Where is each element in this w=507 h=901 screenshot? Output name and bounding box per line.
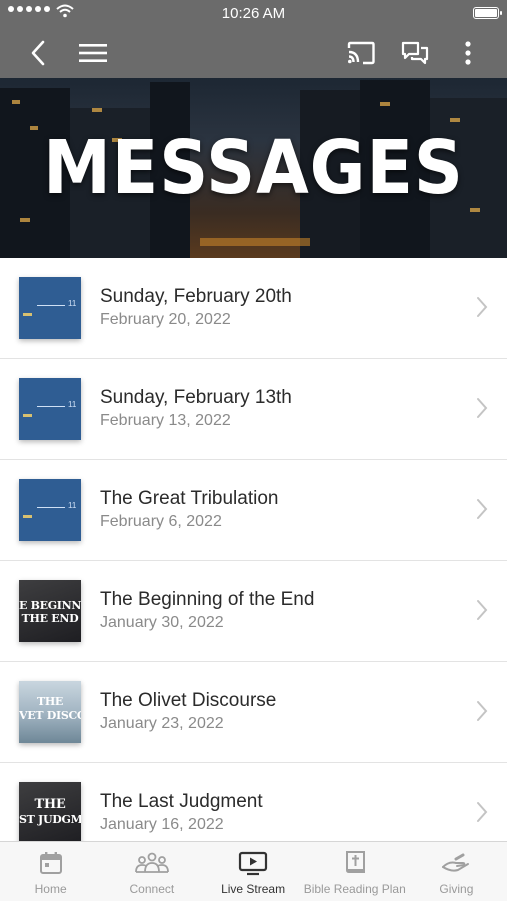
message-title: The Beginning of the End (100, 589, 315, 610)
tab-home[interactable]: Home (0, 842, 101, 901)
message-date: January 16, 2022 (100, 816, 224, 833)
banner-title: MESSAGES (43, 125, 464, 211)
people-icon (134, 852, 169, 873)
list-item[interactable]: 11 Sunday, February 20th February 20, 20… (0, 258, 507, 359)
chat-button[interactable] (398, 28, 432, 78)
message-thumbnail: 11 (19, 479, 81, 541)
menu-button[interactable] (76, 28, 110, 78)
list-item[interactable]: E BEGINNING THE END The Beginning of the… (0, 561, 507, 662)
status-bar: 10:26 AM (0, 0, 507, 28)
tab-live-stream[interactable]: Live Stream (202, 842, 303, 901)
message-title: The Great Tribulation (100, 488, 279, 509)
message-title: Sunday, February 13th (100, 387, 292, 408)
back-button[interactable] (22, 28, 54, 78)
message-date: January 23, 2022 (100, 715, 224, 732)
message-title: The Olivet Discourse (100, 690, 277, 711)
more-options-button[interactable] (456, 28, 480, 78)
messages-banner: MESSAGES (0, 78, 507, 258)
list-item[interactable]: 11 Sunday, February 13th February 13, 20… (0, 359, 507, 460)
chevron-right-icon (477, 398, 488, 418)
chevron-right-icon (477, 499, 488, 519)
tab-label: Bible Reading Plan (303, 882, 406, 896)
message-thumbnail: 11 (19, 277, 81, 339)
tab-bible-reading-plan[interactable]: Bible Reading Plan (304, 842, 406, 901)
message-thumbnail: THE ST JUDGM (19, 782, 81, 844)
tab-label: Home (34, 882, 67, 896)
cast-button[interactable] (344, 28, 378, 78)
message-title: The Last Judgment (100, 791, 263, 812)
tv-play-icon (238, 851, 268, 876)
list-item[interactable]: THE VET DISCOU The Olivet Discourse Janu… (0, 662, 507, 763)
status-time: 10:26 AM (221, 5, 286, 22)
message-thumbnail: THE VET DISCOU (19, 681, 81, 743)
cast-icon (347, 41, 375, 65)
messages-list: 11 Sunday, February 20th February 20, 20… (0, 258, 507, 864)
chevron-right-icon (477, 600, 488, 620)
tab-label: Live Stream (221, 882, 286, 896)
chevron-right-icon (477, 701, 488, 721)
tab-label: Connect (129, 882, 175, 896)
tab-connect[interactable]: Connect (101, 842, 202, 901)
battery-icon (473, 7, 502, 19)
tab-label: Giving (439, 882, 474, 896)
list-item[interactable]: 11 The Great Tribulation February 6, 202… (0, 460, 507, 561)
message-date: February 6, 2022 (100, 513, 222, 530)
calendar-icon (39, 852, 62, 874)
chevron-right-icon (477, 802, 488, 822)
more-icon (465, 41, 471, 65)
top-nav-bar (0, 28, 507, 78)
chevron-right-icon (477, 297, 488, 317)
chat-icon (401, 41, 429, 65)
back-icon (31, 40, 45, 66)
message-title: Sunday, February 20th (100, 286, 292, 307)
message-date: January 30, 2022 (100, 614, 224, 631)
giving-hand-icon (442, 853, 470, 872)
message-date: February 20, 2022 (100, 311, 231, 328)
message-date: February 13, 2022 (100, 412, 231, 429)
bible-icon (345, 851, 365, 873)
bottom-tab-bar: Home Connect Live Stream Bible Reading P… (0, 841, 507, 901)
message-thumbnail: E BEGINNING THE END (19, 580, 81, 642)
menu-icon (79, 44, 107, 62)
message-thumbnail: 11 (19, 378, 81, 440)
tab-giving[interactable]: Giving (406, 842, 507, 901)
